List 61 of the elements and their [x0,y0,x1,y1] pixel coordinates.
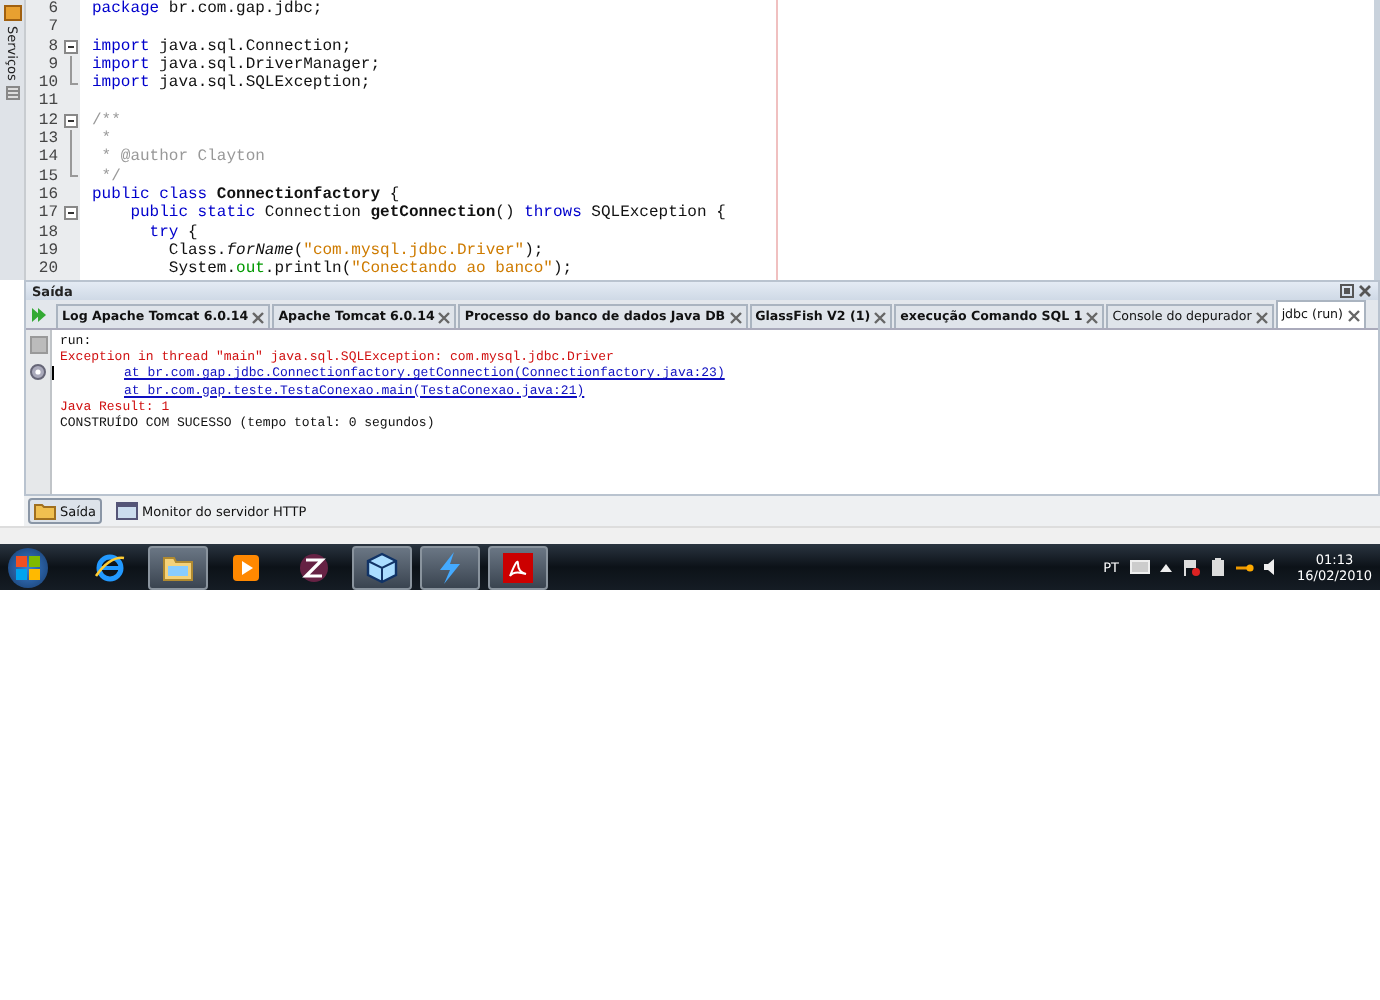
close-icon[interactable] [438,311,451,323]
code-line: /** [90,111,121,130]
battery-icon[interactable] [1209,558,1226,576]
line-number: 18 [36,223,60,242]
code-line: System.out.println("Conectando ao banco"); [166,260,573,279]
line-number: 14 [36,148,60,168]
pdf-icon [502,551,534,583]
line-number: 11 [36,92,60,112]
line-number: 15 [36,167,60,186]
fold-toggle-icon[interactable] [64,113,78,128]
code-line: import java.sql.DriverManager; [90,55,381,74]
code-line: * [99,130,112,149]
up-arrow-icon[interactable] [1159,563,1172,571]
line-number: 10 [36,74,60,93]
line-number: 7 [46,18,60,38]
network-icon[interactable] [1235,560,1254,574]
code-line: public class Connectionfactory { [90,185,400,204]
code-line: try { [147,223,198,242]
fold-toggle-icon[interactable] [64,206,78,221]
taskbar-app-button[interactable] [148,545,208,589]
line-number: 9 [46,55,60,75]
line-number: 19 [36,241,60,261]
play-icon [232,553,260,581]
folder-icon [34,502,56,520]
speaker-icon[interactable] [1263,558,1280,576]
line-number: 17 [36,204,60,224]
close-icon[interactable] [252,311,265,323]
keyboard-icon[interactable] [1129,560,1150,574]
window-icon [116,502,139,520]
line-number: 20 [36,260,60,279]
line-number: 16 [36,185,60,205]
close-icon[interactable] [729,311,742,323]
code-line: package br.com.gap.jdbc; [90,0,323,19]
services-icon[interactable] [3,4,21,22]
code-line: import java.sql.Connection; [90,37,352,56]
line-number: 12 [36,111,60,131]
start-button[interactable] [8,547,48,587]
close-icon[interactable] [1358,284,1372,298]
close-icon[interactable] [1347,309,1360,321]
line-number: 13 [36,130,60,149]
gear-icon[interactable] [28,362,48,382]
z-orb-icon [298,551,330,583]
taskbar-app-button[interactable] [488,545,548,589]
letter-e-icon [94,551,126,583]
close-icon[interactable] [874,311,887,323]
code-line: public static Connection getConnection() throws SQLException { [128,204,726,224]
taskbar-app-button[interactable] [352,545,412,589]
close-icon[interactable] [1255,311,1268,323]
folder-icon [162,553,194,581]
cube-icon [366,551,398,583]
code-line: * @author Clayton [99,148,265,168]
line-number: 8 [46,37,60,56]
line-number: 6 [46,0,60,19]
code-line: import java.sql.SQLException; [90,74,371,93]
maximize-icon[interactable] [1340,284,1354,298]
code-line: */ [99,167,121,186]
fold-toggle-icon[interactable] [64,39,78,54]
flag-icon[interactable] [1181,558,1200,576]
code-line: Class.forName("com.mysql.jdbc.Driver"); [168,241,544,260]
close-icon[interactable] [1086,311,1099,323]
lightning-icon [436,551,464,583]
